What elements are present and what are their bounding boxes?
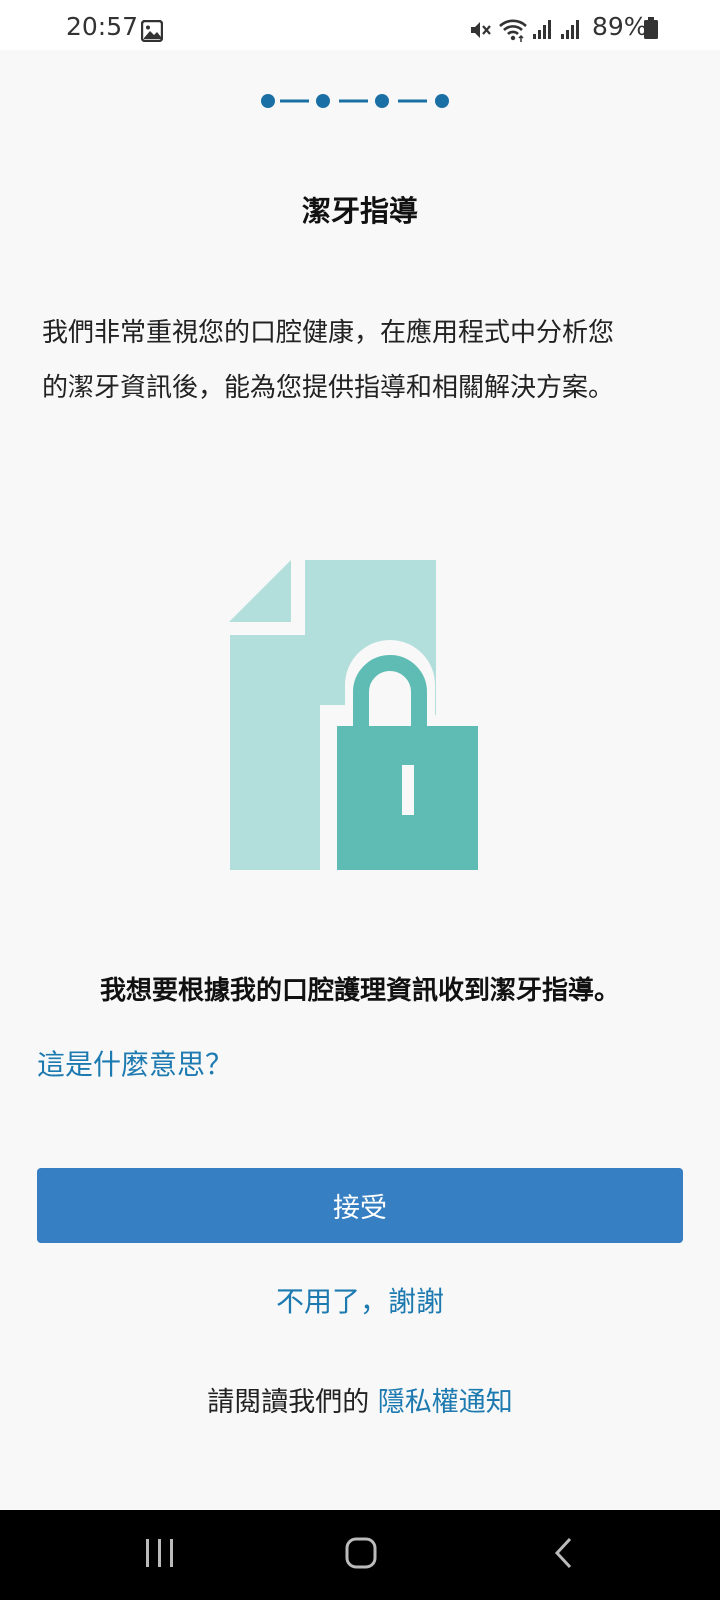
document-corner — [229, 560, 291, 622]
intro-line: 我們非常重視您的口腔健康，在應用程式中分析您 — [42, 318, 615, 348]
what-does-this-mean-link[interactable]: 這是什麼意思？ — [37, 1045, 233, 1085]
status-icons: 89% — [468, 14, 688, 42]
step-dot — [316, 94, 330, 108]
back-icon[interactable] — [552, 1535, 576, 1571]
step-dot — [375, 94, 389, 108]
navigation-bar — [0, 1510, 720, 1600]
intro-text: 我們非常重視您的口腔健康，在應用程式中分析您 的潔牙資訊後，能為您提供指導和相關… — [42, 306, 682, 416]
step-connector — [280, 99, 309, 103]
recents-icon[interactable] — [144, 1535, 176, 1571]
progress-stepper — [261, 94, 449, 108]
step-dot — [261, 94, 275, 108]
signal-icon — [533, 20, 551, 39]
step-dot — [435, 94, 449, 108]
mute-icon — [471, 22, 491, 38]
privacy-notice: 請閱讀我們的 隱私權通知 — [0, 1381, 720, 1425]
home-icon[interactable] — [345, 1535, 377, 1571]
signal-icon — [561, 20, 579, 39]
lock-keyhole — [402, 765, 414, 815]
status-bar: 20:57 89% — [0, 0, 720, 50]
battery-icon — [644, 17, 658, 39]
privacy-prefix: 請閱讀我們的 — [207, 1387, 370, 1418]
wifi-icon — [499, 19, 527, 42]
privacy-notice-link[interactable]: 隱私權通知 — [378, 1387, 513, 1418]
document-lock-icon — [229, 560, 490, 870]
consent-heading: 我想要根據我的口腔護理資訊收到潔牙指導。 — [99, 976, 620, 1006]
decline-button[interactable]: 不用了，謝謝 — [0, 1278, 720, 1322]
intro-line: 的潔牙資訊後，能為您提供指導和相關解決方案。 — [42, 373, 615, 403]
gallery-icon — [141, 20, 163, 42]
accept-button[interactable]: 接受 — [37, 1168, 683, 1243]
battery-percentage: 89% — [592, 12, 648, 41]
status-time: 20:57 — [66, 12, 139, 41]
step-connector — [339, 99, 368, 103]
step-connector — [398, 99, 427, 103]
page-title: 潔牙指導 — [301, 194, 418, 228]
